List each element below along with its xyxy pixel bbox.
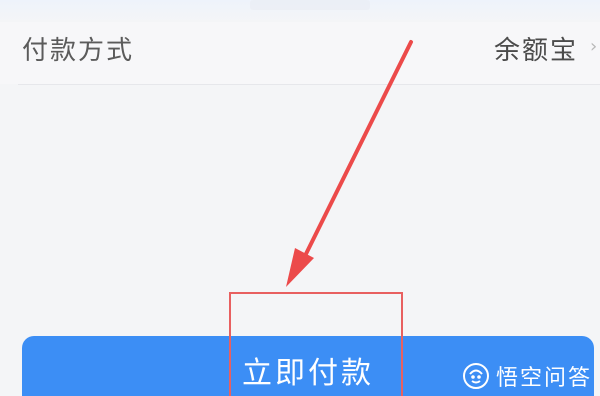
watermark-text: 悟空问答: [495, 366, 592, 391]
row-divider: [18, 84, 600, 85]
watermark: 悟空问答: [462, 360, 592, 392]
chevron-right-icon: ›: [590, 36, 598, 57]
top-panel: [0, 0, 600, 22]
payment-method-label: 付款方式: [22, 36, 135, 66]
cropped-top-content: [250, 0, 370, 10]
payment-method-value[interactable]: 余额宝: [494, 30, 578, 67]
wukong-logo-icon: [462, 363, 489, 389]
